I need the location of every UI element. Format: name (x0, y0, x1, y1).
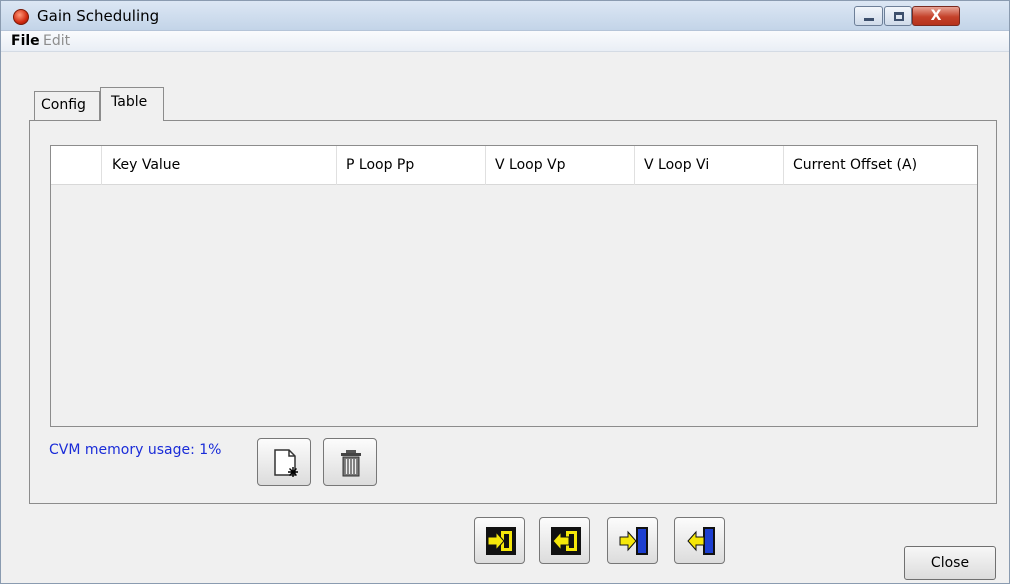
window-title: Gain Scheduling (37, 7, 160, 25)
table-header: Key Value P Loop Pp V Loop Vp V Loop Vi … (51, 146, 977, 185)
minimize-icon (864, 18, 874, 21)
import-to-device-icon (619, 527, 648, 555)
maximize-button[interactable] (884, 6, 912, 26)
column-header-p-loop-pp[interactable]: P Loop Pp (337, 146, 486, 185)
upload-from-device-button[interactable] (674, 517, 725, 564)
column-header-current-offset[interactable]: Current Offset (A) (784, 146, 977, 185)
memory-usage-label: CVM memory usage: 1% (49, 442, 222, 458)
new-row-button[interactable] (257, 438, 311, 486)
title-bar[interactable]: Gain Scheduling X (1, 1, 1009, 31)
row-header-column (51, 146, 102, 185)
menu-edit[interactable]: Edit (43, 33, 70, 49)
column-header-v-loop-vp[interactable]: V Loop Vp (486, 146, 635, 185)
gain-table[interactable]: Key Value P Loop Pp V Loop Vp V Loop Vi … (50, 145, 978, 427)
trash-icon (341, 450, 361, 477)
menu-file[interactable]: File (11, 33, 40, 49)
tab-table[interactable]: Table (100, 87, 164, 121)
export-table-button[interactable] (539, 517, 590, 564)
export-from-panel-icon (551, 527, 581, 555)
close-button[interactable]: Close (904, 546, 996, 580)
import-table-button[interactable] (474, 517, 525, 564)
delete-row-button[interactable] (323, 438, 377, 486)
close-icon: X (930, 8, 942, 24)
tab-config-label: Config (41, 97, 86, 113)
menu-bar: File Edit (1, 31, 1009, 52)
tab-table-label: Table (111, 94, 148, 110)
tab-config[interactable]: Config (34, 91, 100, 120)
maximize-icon (894, 12, 904, 21)
close-window-button[interactable]: X (912, 6, 960, 26)
import-to-panel-icon (486, 527, 516, 555)
new-document-icon (274, 449, 298, 477)
gain-scheduling-window: Gain Scheduling X File Edit Config Table… (0, 0, 1010, 584)
column-header-key-value[interactable]: Key Value (102, 146, 337, 185)
minimize-button[interactable] (854, 6, 883, 26)
export-from-device-icon (687, 527, 715, 555)
app-icon (13, 9, 29, 25)
download-to-device-button[interactable] (607, 517, 658, 564)
column-header-v-loop-vi[interactable]: V Loop Vi (635, 146, 784, 185)
